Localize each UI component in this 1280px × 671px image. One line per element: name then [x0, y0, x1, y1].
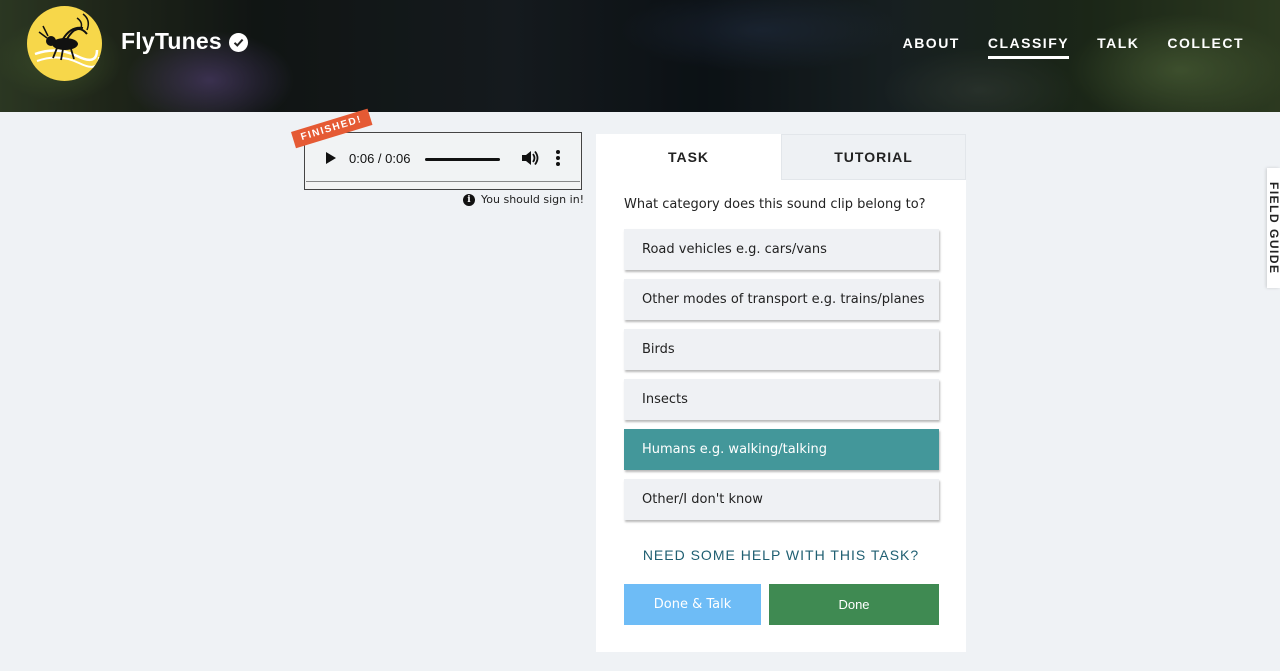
task-help-link[interactable]: NEED SOME HELP WITH THIS TASK?: [596, 547, 966, 563]
task-question: What category does this sound clip belon…: [624, 197, 926, 212]
more-options-icon[interactable]: [556, 150, 560, 166]
answer-birds[interactable]: Birds: [624, 329, 939, 370]
answer-other-unknown[interactable]: Other/I don't know: [624, 479, 939, 520]
audio-player: 0:06 / 0:06: [306, 134, 580, 182]
nav-collect[interactable]: COLLECT: [1167, 35, 1244, 59]
answer-insects[interactable]: Insects: [624, 379, 939, 420]
info-icon: i: [463, 193, 475, 206]
done-button[interactable]: Done: [769, 584, 939, 625]
project-title[interactable]: FlyTunes: [121, 28, 222, 55]
nav-about[interactable]: ABOUT: [903, 35, 960, 59]
field-guide-label: FIELD GUIDE: [1267, 182, 1280, 275]
done-and-talk-button[interactable]: Done & Talk: [624, 584, 761, 625]
tab-task[interactable]: TASK: [596, 134, 781, 180]
field-guide-tab[interactable]: FIELD GUIDE: [1267, 168, 1280, 288]
answer-road-vehicles[interactable]: Road vehicles e.g. cars/vans: [624, 229, 939, 270]
answer-other-transport[interactable]: Other modes of transport e.g. trains/pla…: [624, 279, 939, 320]
volume-icon[interactable]: [520, 149, 540, 167]
task-panel: TASK TUTORIAL What category does this so…: [596, 134, 966, 652]
audio-subject: 0:06 / 0:06: [304, 132, 582, 190]
verified-badge-icon: [229, 33, 248, 52]
fly-logo-icon: [34, 13, 100, 68]
audio-progress-slider[interactable]: [425, 158, 500, 161]
tab-tutorial[interactable]: TUTORIAL: [781, 134, 966, 180]
signin-notice[interactable]: i You should sign in!: [463, 193, 584, 206]
signin-text: You should sign in!: [481, 193, 585, 206]
project-logo[interactable]: [27, 6, 102, 81]
answer-humans[interactable]: Humans e.g. walking/talking: [624, 429, 939, 470]
audio-time: 0:06 / 0:06: [349, 151, 411, 166]
nav-classify[interactable]: CLASSIFY: [987, 35, 1070, 59]
play-icon[interactable]: [326, 152, 336, 164]
project-nav: ABOUT CLASSIFY TALK COLLECT: [903, 35, 1244, 59]
nav-talk[interactable]: TALK: [1097, 35, 1139, 59]
project-header: FlyTunes ABOUT CLASSIFY TALK COLLECT: [0, 0, 1280, 112]
